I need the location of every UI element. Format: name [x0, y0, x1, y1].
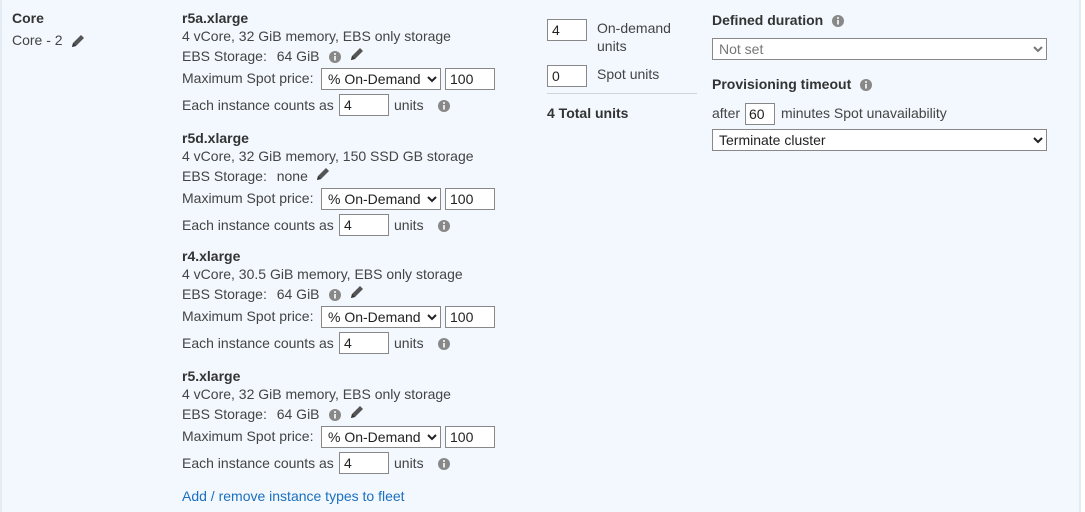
- group-subtitle: Core - 2: [12, 32, 63, 48]
- units-label: units: [394, 335, 424, 351]
- info-icon[interactable]: [437, 219, 451, 233]
- edit-pencil-icon[interactable]: [69, 32, 87, 50]
- instance-counts-label: Each instance counts as: [182, 335, 334, 351]
- provisioning-timeout-label: Provisioning timeout: [712, 76, 873, 92]
- max-spot-price-label: Maximum Spot price:: [182, 428, 314, 444]
- info-icon[interactable]: [328, 288, 342, 302]
- ebs-storage-value: 64 GiB: [276, 48, 320, 64]
- timeout-minutes-input[interactable]: [745, 103, 775, 125]
- spot-price-input[interactable]: [445, 188, 495, 210]
- spot-price-type-select[interactable]: % On-Demand: [321, 68, 441, 90]
- info-icon[interactable]: [328, 408, 342, 422]
- ebs-storage-row: EBS Storage: none: [182, 168, 332, 184]
- on-demand-units-input[interactable]: [547, 19, 587, 41]
- add-remove-instance-types-link[interactable]: Add / remove instance types to fleet: [182, 488, 405, 504]
- spot-price-type-select[interactable]: % On-Demand: [321, 188, 441, 210]
- ebs-storage-row: EBS Storage: 64 GiB: [182, 48, 366, 64]
- info-icon[interactable]: [437, 337, 451, 351]
- ebs-storage-value: 64 GiB: [276, 286, 320, 302]
- units-label: units: [394, 455, 424, 471]
- timeout-action-select[interactable]: Terminate cluster: [712, 129, 1047, 151]
- instance-type-name: r5.xlarge: [182, 368, 241, 384]
- ebs-storage-label: EBS Storage:: [182, 286, 267, 302]
- spot-price-input[interactable]: [445, 426, 495, 448]
- instance-counts-label: Each instance counts as: [182, 455, 334, 471]
- max-spot-price-label: Maximum Spot price:: [182, 70, 314, 86]
- timeout-after-label: after: [712, 105, 741, 121]
- instance-weight-input[interactable]: [339, 332, 389, 354]
- instance-weight-input[interactable]: [339, 214, 389, 236]
- units-label: units: [394, 97, 424, 113]
- ebs-storage-value: none: [276, 168, 308, 184]
- instance-weight-input[interactable]: [339, 452, 389, 474]
- on-demand-units-label-1: On-demand: [597, 20, 671, 36]
- provisioning-timeout-text: Provisioning timeout: [712, 76, 852, 92]
- total-units: 4 Total units: [547, 105, 629, 121]
- defined-duration-label: Defined duration: [712, 12, 845, 28]
- info-icon[interactable]: [328, 50, 342, 64]
- ebs-storage-label: EBS Storage:: [182, 48, 267, 64]
- spot-price-type-select[interactable]: % On-Demand: [321, 306, 441, 328]
- info-icon[interactable]: [859, 78, 873, 92]
- ebs-storage-label: EBS Storage:: [182, 406, 267, 422]
- instance-counts-label: Each instance counts as: [182, 217, 334, 233]
- core-instance-fleet-panel: Core Core - 2 r5a.xlarge 4 vCore, 32 GiB…: [0, 0, 1081, 512]
- ebs-storage-value: 64 GiB: [276, 406, 320, 422]
- instance-weight-input[interactable]: [339, 94, 389, 116]
- max-spot-price-label: Maximum Spot price:: [182, 308, 314, 324]
- ebs-storage-row: EBS Storage: 64 GiB: [182, 286, 366, 302]
- info-icon[interactable]: [831, 14, 845, 28]
- timeout-minutes-text: minutes Spot unavailability: [781, 105, 947, 121]
- on-demand-units-label-2: units: [597, 38, 627, 54]
- instance-specs: 4 vCore, 30.5 GiB memory, EBS only stora…: [182, 266, 463, 282]
- edit-pencil-icon[interactable]: [348, 45, 366, 63]
- instance-type-name: r5a.xlarge: [182, 10, 249, 26]
- edit-pencil-icon[interactable]: [314, 165, 332, 183]
- instance-specs: 4 vCore, 32 GiB memory, EBS only storage: [182, 28, 451, 44]
- instance-specs: 4 vCore, 32 GiB memory, EBS only storage: [182, 386, 451, 402]
- max-spot-price-label: Maximum Spot price:: [182, 190, 314, 206]
- instance-type-name: r5d.xlarge: [182, 130, 249, 146]
- units-label: units: [394, 217, 424, 233]
- group-title: Core: [12, 10, 44, 26]
- units-divider: [547, 93, 697, 94]
- info-icon[interactable]: [437, 457, 451, 471]
- defined-duration-text: Defined duration: [712, 12, 824, 28]
- ebs-storage-label: EBS Storage:: [182, 168, 267, 184]
- edit-pencil-icon[interactable]: [348, 403, 366, 421]
- ebs-storage-row: EBS Storage: 64 GiB: [182, 406, 366, 422]
- defined-duration-select[interactable]: Not set: [712, 38, 1047, 60]
- group-subtitle-row: Core - 2: [12, 32, 87, 50]
- spot-price-input[interactable]: [445, 306, 495, 328]
- instance-specs: 4 vCore, 32 GiB memory, 150 SSD GB stora…: [182, 148, 474, 164]
- spot-price-input[interactable]: [445, 68, 495, 90]
- info-icon[interactable]: [437, 99, 451, 113]
- spot-price-type-select[interactable]: % On-Demand: [321, 426, 441, 448]
- spot-units-input[interactable]: [547, 65, 587, 87]
- instance-type-name: r4.xlarge: [182, 248, 241, 264]
- edit-pencil-icon[interactable]: [348, 283, 366, 301]
- instance-counts-label: Each instance counts as: [182, 97, 334, 113]
- spot-units-label: Spot units: [597, 66, 660, 82]
